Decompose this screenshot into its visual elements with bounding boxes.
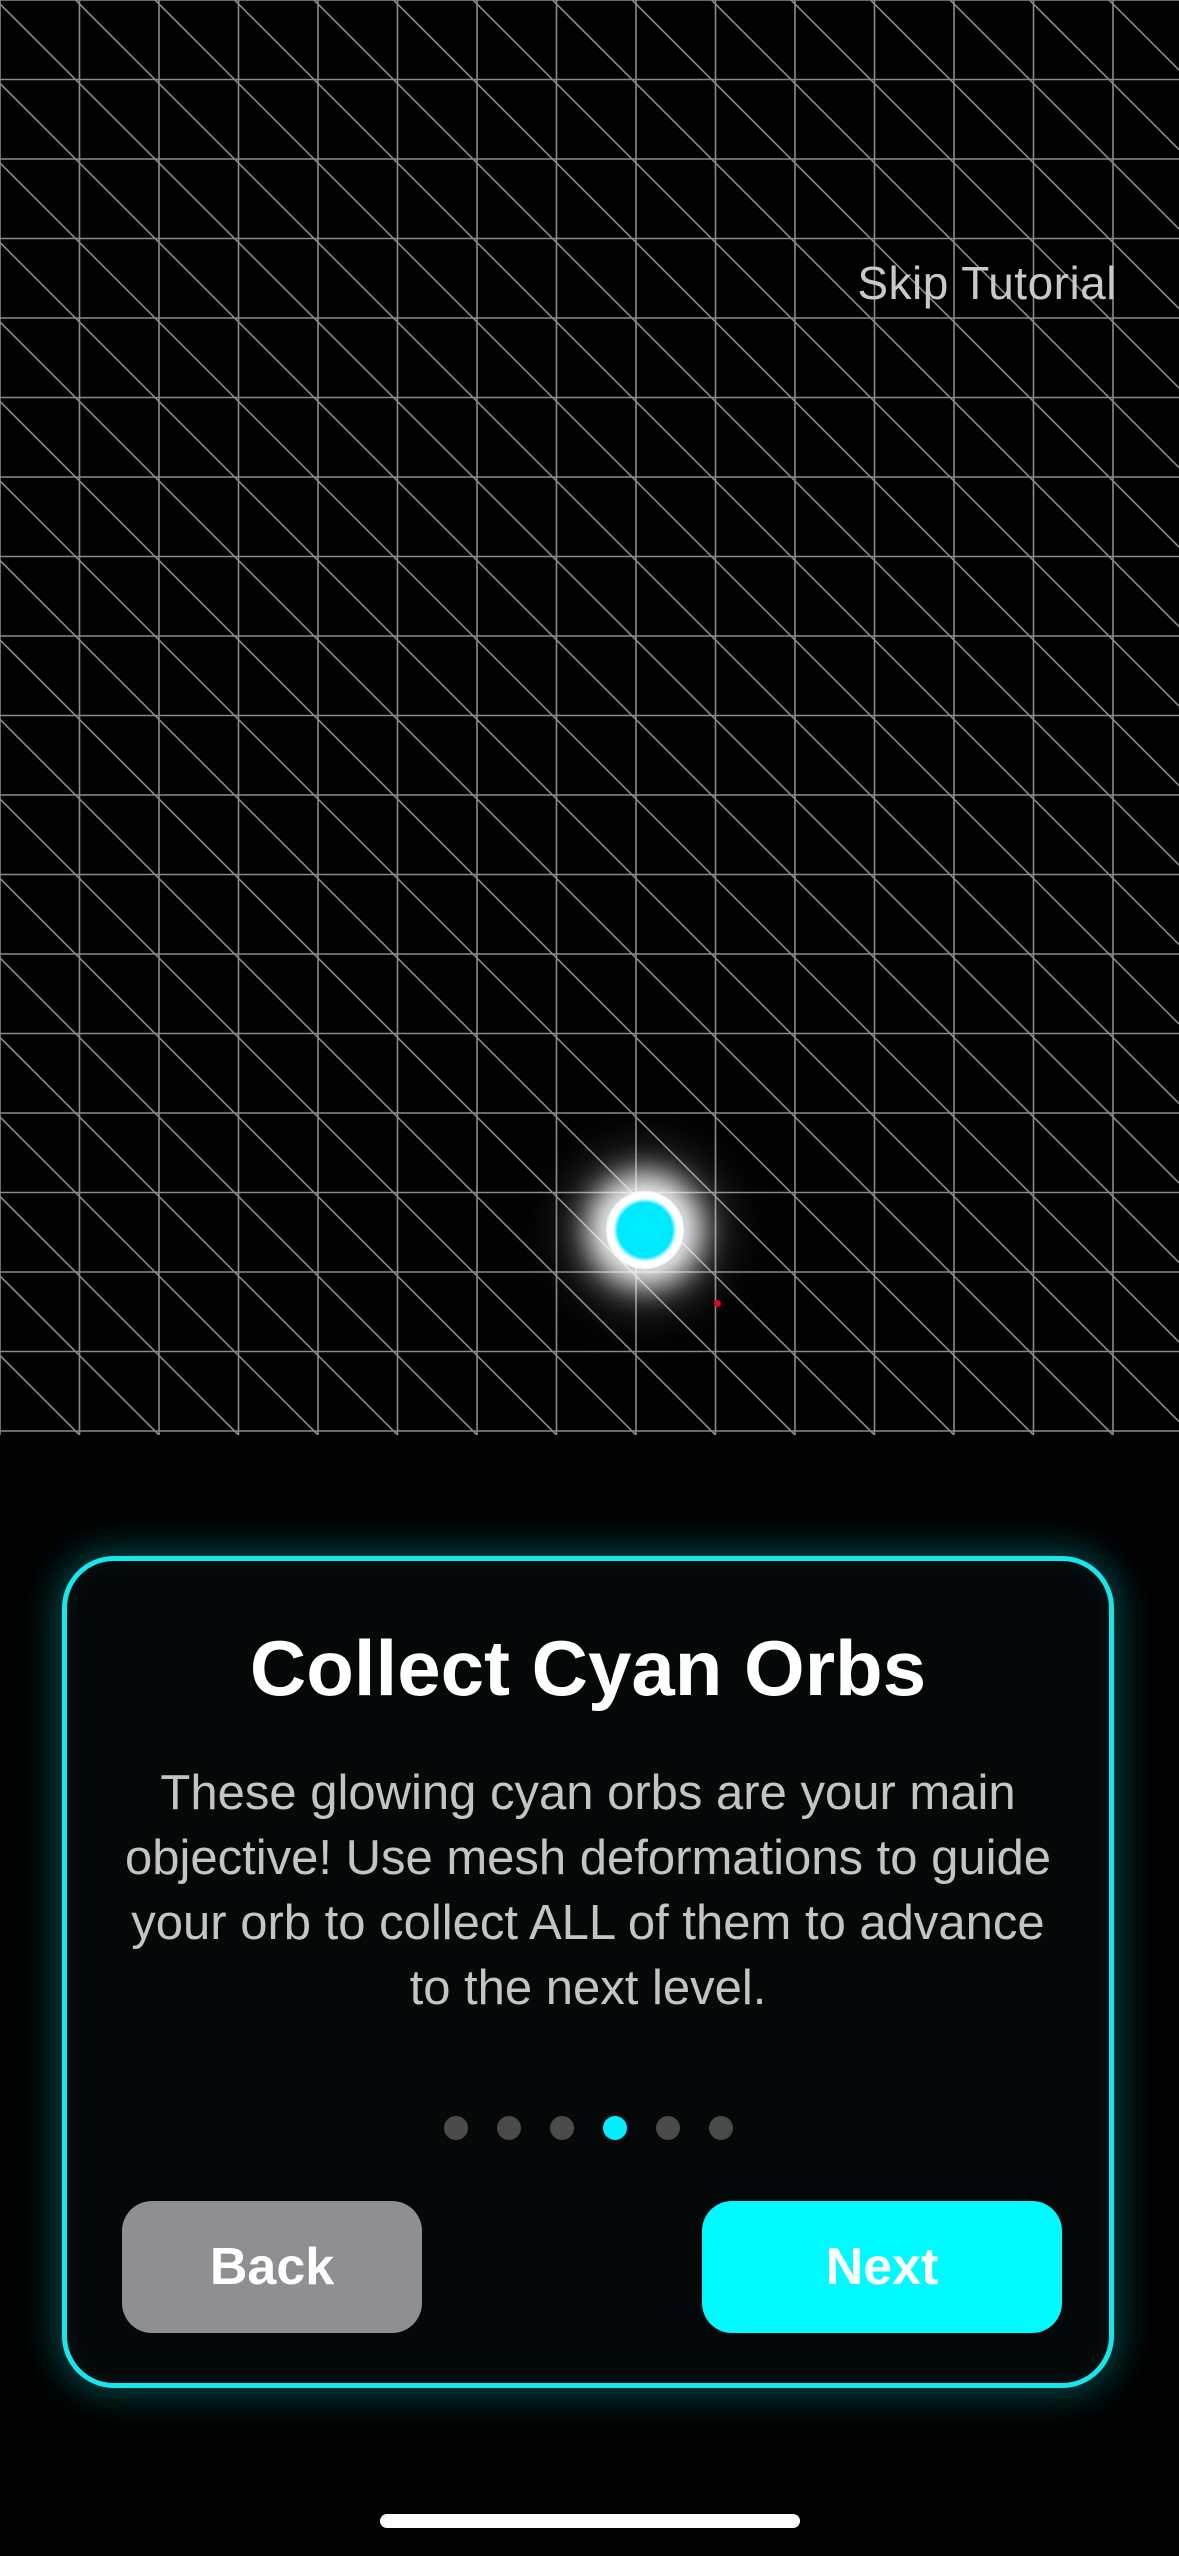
skip-tutorial-button[interactable]: Skip Tutorial	[857, 256, 1117, 310]
page-dot	[443, 2116, 468, 2140]
tutorial-card: Collect Cyan Orbs These glowing cyan orb…	[62, 1556, 1114, 2388]
page-dot	[708, 2116, 733, 2140]
red-hazard-dot	[714, 1300, 721, 1307]
cyan-orb	[605, 1190, 685, 1270]
page-dot	[602, 2116, 627, 2140]
page-dot	[655, 2116, 680, 2140]
page-indicator	[67, 2116, 1109, 2140]
home-indicator[interactable]	[380, 2514, 800, 2528]
page-dot	[496, 2116, 521, 2140]
back-button[interactable]: Back	[122, 2201, 422, 2333]
page-dot	[549, 2116, 574, 2140]
tutorial-description: These glowing cyan orbs are your main ob…	[124, 1766, 1052, 2015]
next-button[interactable]: Next	[702, 2201, 1062, 2333]
tutorial-title: Collect Cyan Orbs	[249, 1624, 927, 1712]
mesh-grid[interactable]	[0, 0, 1179, 1435]
